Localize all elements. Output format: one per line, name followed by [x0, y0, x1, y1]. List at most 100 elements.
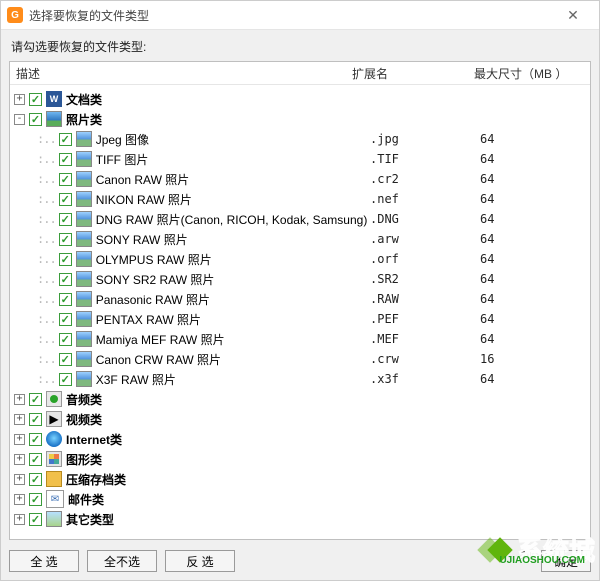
- checkbox[interactable]: ✓: [29, 453, 42, 466]
- checkbox[interactable]: ✓: [59, 353, 72, 366]
- tree-row[interactable]: :..✓NIKON RAW 照片.nef64: [10, 189, 590, 209]
- extension-value: .PEF: [370, 312, 480, 326]
- column-header-extension[interactable]: 扩展名: [346, 65, 468, 82]
- image-file-icon: [76, 251, 92, 267]
- checkbox[interactable]: ✓: [59, 333, 72, 346]
- tree-row[interactable]: +✓✉邮件类: [10, 489, 590, 509]
- tree-branch-icon: :..: [37, 232, 56, 246]
- tree-branch-icon: :..: [37, 152, 56, 166]
- tree-row[interactable]: +✓压缩存档类: [10, 469, 590, 489]
- ok-button[interactable]: 确定: [541, 550, 591, 572]
- checkbox[interactable]: ✓: [59, 273, 72, 286]
- expand-toggle[interactable]: +: [14, 94, 25, 105]
- expand-toggle[interactable]: +: [14, 474, 25, 485]
- checkbox[interactable]: ✓: [59, 373, 72, 386]
- expand-toggle[interactable]: +: [14, 454, 25, 465]
- tree-row[interactable]: :..✓Mamiya MEF RAW 照片.MEF64: [10, 329, 590, 349]
- titlebar: G 选择要恢复的文件类型 ✕: [1, 1, 599, 30]
- row-label: 视频类: [66, 411, 102, 428]
- tree-row[interactable]: :..✓Panasonic RAW 照片.RAW64: [10, 289, 590, 309]
- tree-row[interactable]: -✓ 照片类: [10, 109, 590, 129]
- internet-category-icon: [46, 431, 62, 447]
- tree-row[interactable]: +✓其它类型: [10, 509, 590, 529]
- column-header-description[interactable]: 描述: [10, 65, 346, 82]
- tree-branch-icon: :..: [37, 192, 56, 206]
- checkbox[interactable]: ✓: [59, 193, 72, 206]
- graphics-category-icon: [46, 451, 62, 467]
- row-label: 邮件类: [68, 491, 104, 508]
- tree-row[interactable]: + ✓ ▶视频类: [10, 409, 590, 429]
- tree-row[interactable]: :..✓X3F RAW 照片.x3f64: [10, 369, 590, 389]
- extension-value: .TIF: [370, 152, 480, 166]
- file-type-tree[interactable]: +✓W文档类-✓照片类:..✓Jpeg 图像.jpg64:..✓TIFF 图片.…: [10, 85, 590, 539]
- tree-row[interactable]: :..✓Canon RAW 照片.cr264: [10, 169, 590, 189]
- checkbox[interactable]: ✓: [29, 473, 42, 486]
- close-button[interactable]: ✕: [553, 7, 593, 24]
- tree-row[interactable]: :..✓SONY RAW 照片.arw64: [10, 229, 590, 249]
- tree-branch-icon: :..: [37, 132, 56, 146]
- tree-row[interactable]: :..✓DNG RAW 照片(Canon, RICOH, Kodak, Sams…: [10, 209, 590, 229]
- tree-row[interactable]: +✓图形类: [10, 449, 590, 469]
- checkbox[interactable]: ✓: [29, 493, 42, 506]
- image-file-icon: [76, 371, 92, 387]
- invert-select-button[interactable]: 反 选: [165, 550, 235, 572]
- tree-branch-icon: :..: [37, 212, 56, 226]
- image-file-icon: [76, 191, 92, 207]
- expand-toggle[interactable]: +: [14, 394, 25, 405]
- image-file-icon: [76, 311, 92, 327]
- checkbox[interactable]: ✓: [29, 93, 42, 106]
- checkbox[interactable]: ✓: [29, 113, 42, 126]
- column-header-maxsize[interactable]: 最大尺寸（MB ）: [468, 65, 590, 82]
- tree-branch-icon: :..: [37, 252, 56, 266]
- expand-toggle[interactable]: +: [14, 434, 25, 445]
- tree-row[interactable]: :..✓TIFF 图片.TIF64: [10, 149, 590, 169]
- tree-branch-icon: :..: [37, 312, 56, 326]
- tree-row[interactable]: :..✓SONY SR2 RAW 照片.SR264: [10, 269, 590, 289]
- tree-branch-icon: :..: [37, 352, 56, 366]
- checkbox[interactable]: ✓: [59, 313, 72, 326]
- checkbox[interactable]: ✓: [59, 153, 72, 166]
- tree-branch-icon: :..: [37, 272, 56, 286]
- tree-row[interactable]: :..✓Canon CRW RAW 照片.crw16: [10, 349, 590, 369]
- image-file-icon: [76, 291, 92, 307]
- tree-row[interactable]: :..✓OLYMPUS RAW 照片.orf64: [10, 249, 590, 269]
- select-none-button[interactable]: 全不选: [87, 550, 157, 572]
- extension-value: .DNG: [370, 212, 480, 226]
- row-label: 照片类: [66, 111, 102, 128]
- instruction-label: 请勾选要恢复的文件类型:: [1, 30, 599, 59]
- checkbox[interactable]: ✓: [59, 233, 72, 246]
- expand-toggle[interactable]: +: [14, 414, 25, 425]
- collapse-toggle[interactable]: -: [14, 114, 25, 125]
- checkbox[interactable]: ✓: [59, 213, 72, 226]
- checkbox[interactable]: ✓: [59, 133, 72, 146]
- tree-row[interactable]: :..✓Jpeg 图像.jpg64: [10, 129, 590, 149]
- image-file-icon: [76, 171, 92, 187]
- row-label: Canon CRW RAW 照片: [96, 351, 221, 368]
- select-all-button[interactable]: 全 选: [9, 550, 79, 572]
- extension-value: .arw: [370, 232, 480, 246]
- checkbox[interactable]: ✓: [59, 293, 72, 306]
- checkbox[interactable]: ✓: [29, 393, 42, 406]
- checkbox[interactable]: ✓: [59, 253, 72, 266]
- checkbox[interactable]: ✓: [29, 413, 42, 426]
- maxsize-value: 64: [480, 192, 590, 206]
- tree-row[interactable]: +✓Internet类: [10, 429, 590, 449]
- row-label: Mamiya MEF RAW 照片: [96, 331, 225, 348]
- tree-row[interactable]: +✓音频类: [10, 389, 590, 409]
- dialog-footer: 全 选 全不选 反 选 确定: [1, 546, 599, 580]
- tree-row[interactable]: +✓W文档类: [10, 89, 590, 109]
- checkbox[interactable]: ✓: [29, 513, 42, 526]
- expand-toggle[interactable]: +: [14, 494, 25, 505]
- row-label: Panasonic RAW 照片: [96, 291, 210, 308]
- image-file-icon: [76, 351, 92, 367]
- tree-row[interactable]: :..✓PENTAX RAW 照片.PEF64: [10, 309, 590, 329]
- maxsize-value: 64: [480, 272, 590, 286]
- checkbox[interactable]: ✓: [29, 433, 42, 446]
- row-label: SONY SR2 RAW 照片: [96, 271, 215, 288]
- checkbox[interactable]: ✓: [59, 173, 72, 186]
- row-label: X3F RAW 照片: [96, 371, 176, 388]
- video-category-icon: ▶: [46, 411, 62, 427]
- row-label: PENTAX RAW 照片: [96, 311, 201, 328]
- expand-toggle[interactable]: +: [14, 514, 25, 525]
- tree-branch-icon: :..: [37, 332, 56, 346]
